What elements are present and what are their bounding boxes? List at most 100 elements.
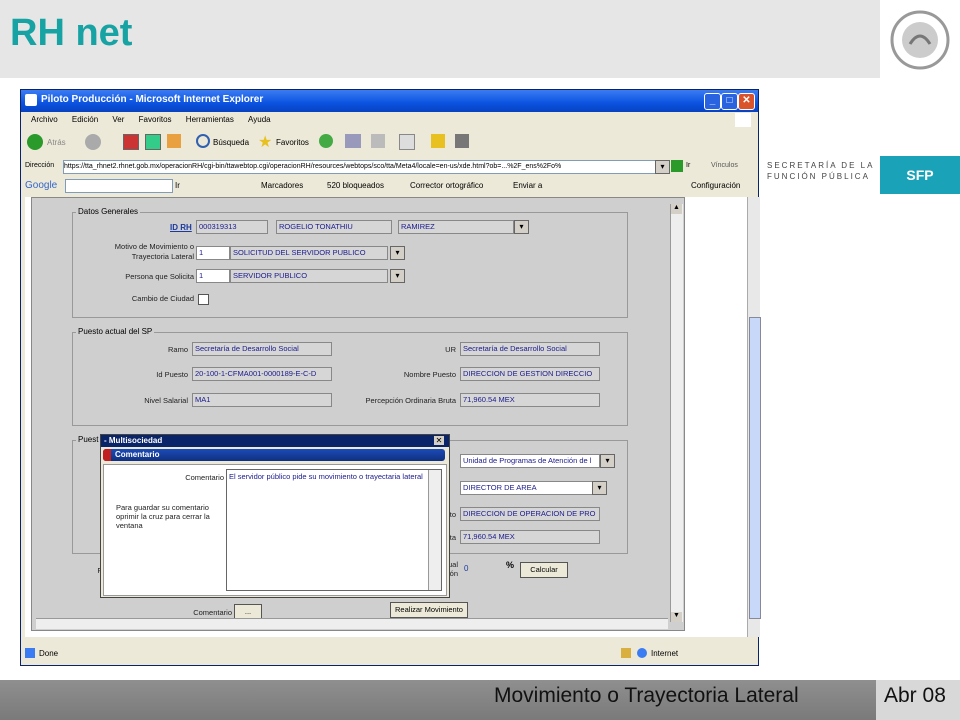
menu-edicion[interactable]: Edición — [72, 115, 98, 124]
favorites-label[interactable]: Favoritos — [276, 138, 309, 147]
calcular-button[interactable]: Calcular — [520, 562, 568, 578]
window-titlebar: Piloto Producción - Microsoft Internet E… — [21, 90, 758, 112]
blocked-button[interactable]: 520 bloqueados — [327, 181, 384, 190]
ur-field[interactable]: Secretaría de Desarrollo Social — [460, 342, 600, 356]
sfp-logo-badge: SFP — [880, 156, 960, 194]
research-icon[interactable] — [455, 134, 469, 148]
porcentaje-field[interactable]: 0 — [464, 564, 468, 573]
director-dropdown[interactable]: ▾ — [592, 481, 607, 495]
id-rh-link[interactable]: ID RH — [170, 223, 192, 232]
folder-icon[interactable] — [431, 134, 445, 148]
nivel-field[interactable]: MA1 — [192, 393, 332, 407]
mexico-seal-icon — [880, 0, 960, 78]
surname-field[interactable]: RAMIREZ — [398, 220, 514, 234]
outer-scrollbar[interactable] — [747, 197, 761, 637]
zone-text: Internet — [651, 649, 679, 658]
percent-label: % — [506, 560, 515, 570]
menu-ver[interactable]: Ver — [112, 115, 124, 124]
close-button[interactable]: ✕ — [738, 93, 755, 110]
home-icon[interactable] — [167, 134, 181, 148]
print-icon[interactable] — [371, 134, 385, 148]
history-icon[interactable] — [319, 134, 333, 148]
inner-scrollbar[interactable]: ▲ ▼ — [670, 204, 683, 622]
popup-title: - Multisociedad — [104, 436, 163, 445]
refresh-icon[interactable] — [145, 134, 161, 150]
bookmarks-button[interactable]: Marcadores — [261, 181, 303, 190]
scroll-down-icon[interactable]: ▼ — [671, 612, 682, 622]
id-puesto-label: Id Puesto — [156, 370, 188, 379]
director-field[interactable]: DIRECTOR DE AREA — [460, 481, 594, 495]
name-field[interactable]: ROGELIO TONATHIU — [276, 220, 392, 234]
popup-scrollbar[interactable] — [428, 470, 441, 590]
ramo-label: Ramo — [167, 345, 188, 354]
slide-title: RH net — [10, 12, 133, 54]
menu-ayuda[interactable]: Ayuda — [248, 115, 271, 124]
surname-dropdown[interactable]: ▾ — [514, 220, 529, 234]
horizontal-scrollbar[interactable] — [36, 618, 668, 629]
unidad-dropdown[interactable]: ▾ — [600, 454, 615, 468]
menu-archivo[interactable]: Archivo — [31, 115, 58, 124]
address-dropdown[interactable]: ▾ — [655, 160, 670, 174]
google-go[interactable]: Ir — [175, 181, 180, 190]
lock-icon — [621, 648, 631, 658]
unidad-field[interactable]: Unidad de Programas de Atención de l — [460, 454, 600, 468]
windows-flag-icon — [735, 113, 751, 127]
puesto-nuevo-legend: Puest — [76, 435, 101, 444]
comentario-label: Comentario — [193, 608, 232, 617]
popup-close-button[interactable]: ✕ — [434, 436, 444, 445]
monto-field[interactable]: 71,960.54 MEX — [460, 530, 600, 544]
motivo-dropdown[interactable]: ▾ — [390, 246, 405, 260]
ciudad-label: Cambio de Ciudad — [131, 294, 194, 303]
popup-comment-label: Comentario — [185, 473, 224, 482]
nombre-puesto-field[interactable]: DIRECCION DE GESTION DIRECCIO — [460, 367, 600, 381]
settings-button[interactable]: Configuración — [691, 181, 740, 190]
links-label[interactable]: Vínculos — [711, 162, 738, 169]
popup-help-text: Para guardar su comentario oprimir la cr… — [116, 503, 210, 530]
persona-label: Persona que Solicita — [125, 272, 194, 281]
maximize-button[interactable]: □ — [721, 93, 738, 110]
percepcion-field[interactable]: 71,960.54 MEX — [460, 393, 600, 407]
send-button[interactable]: Enviar a — [513, 181, 542, 190]
stop-icon[interactable] — [123, 134, 139, 150]
motivo-code-field[interactable]: 1 — [196, 246, 230, 260]
outer-scroll-thumb[interactable] — [749, 317, 761, 619]
popup-titlebar: - Multisociedad — [101, 435, 449, 447]
percepcion-label: Percepción Ordinaria Bruta — [365, 396, 456, 405]
mail-icon[interactable] — [345, 134, 361, 148]
edit-icon[interactable] — [399, 134, 415, 150]
go-label[interactable]: Ir — [686, 162, 690, 169]
spellcheck-button[interactable]: Corrector ortográfico — [410, 181, 483, 190]
popup-subtitle: Comentario — [115, 450, 160, 459]
popup-red-marker — [103, 449, 111, 461]
id-puesto-field[interactable]: 20-100-1-CFMA001-0000189-E-C-D — [192, 367, 332, 381]
back-icon[interactable] — [27, 134, 43, 150]
address-input[interactable]: https://tta_rhnet2.rhnet.gob.mx/operacio… — [63, 160, 665, 174]
favorites-icon[interactable]: ★ — [258, 132, 272, 152]
ciudad-checkbox[interactable] — [198, 294, 209, 305]
status-text: Done — [39, 649, 59, 658]
oper-field[interactable]: DIRECCION DE OPERACION DE PRO — [460, 507, 600, 521]
id-rh-field[interactable]: 000319313 — [196, 220, 268, 234]
nombre-puesto-label: Nombre Puesto — [403, 370, 456, 379]
search-icon[interactable] — [196, 134, 210, 148]
google-search-input[interactable] — [65, 179, 173, 193]
menu-favoritos[interactable]: Favoritos — [139, 115, 172, 124]
realizar-movimiento-button[interactable]: Realizar Movimiento — [390, 602, 468, 618]
forward-icon[interactable] — [85, 134, 101, 150]
back-label[interactable]: Atrás — [47, 138, 66, 147]
persona-code-field[interactable]: 1 — [196, 269, 230, 283]
menu-herramientas[interactable]: Herramientas — [186, 115, 234, 124]
google-logo: Google — [25, 180, 58, 191]
search-label[interactable]: Búsqueda — [213, 138, 249, 147]
motivo-field[interactable]: SOLICITUD DEL SERVIDOR PUBLICO — [230, 246, 388, 260]
scroll-up-icon[interactable]: ▲ — [671, 204, 682, 214]
ramo-field[interactable]: Secretaría de Desarrollo Social — [192, 342, 332, 356]
minimize-button[interactable]: _ — [704, 93, 721, 110]
popup-comment-textarea[interactable]: El servidor público pide su movimiento o… — [226, 469, 442, 591]
persona-dropdown[interactable]: ▾ — [390, 269, 405, 283]
go-icon[interactable] — [671, 160, 683, 172]
address-bar: Dirección https://tta_rhnet2.rhnet.gob.m… — [21, 158, 758, 176]
ur-label: UR — [445, 345, 456, 354]
popup-body: Comentario Para guardar su comentario op… — [103, 464, 447, 596]
persona-field[interactable]: SERVIDOR PUBLICO — [230, 269, 388, 283]
